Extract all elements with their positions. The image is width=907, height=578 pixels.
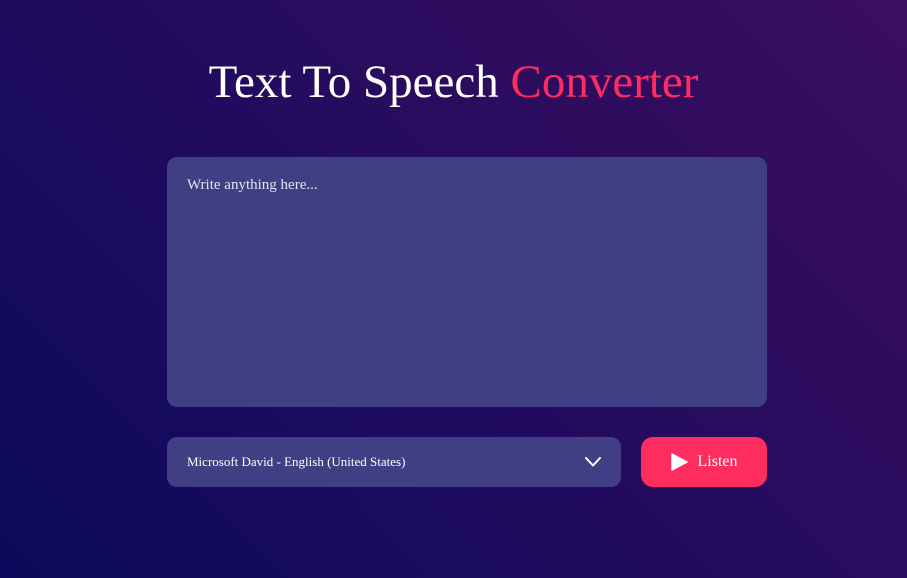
app-container: Text To Speech Converter Microsoft David… bbox=[0, 0, 907, 578]
controls-row: Microsoft David - English (United States… bbox=[167, 437, 767, 487]
text-input[interactable] bbox=[167, 157, 767, 407]
voice-select-value: Microsoft David - English (United States… bbox=[187, 454, 406, 469]
listen-button-label: Listen bbox=[697, 453, 738, 470]
title-accent: Converter bbox=[510, 56, 699, 108]
play-icon bbox=[670, 453, 688, 471]
chevron-down-icon bbox=[585, 454, 601, 470]
title-main: Text To Speech bbox=[208, 56, 499, 108]
page-title: Text To Speech Converter bbox=[0, 54, 907, 110]
voice-select[interactable]: Microsoft David - English (United States… bbox=[167, 437, 621, 487]
listen-button[interactable]: Listen bbox=[641, 437, 767, 487]
